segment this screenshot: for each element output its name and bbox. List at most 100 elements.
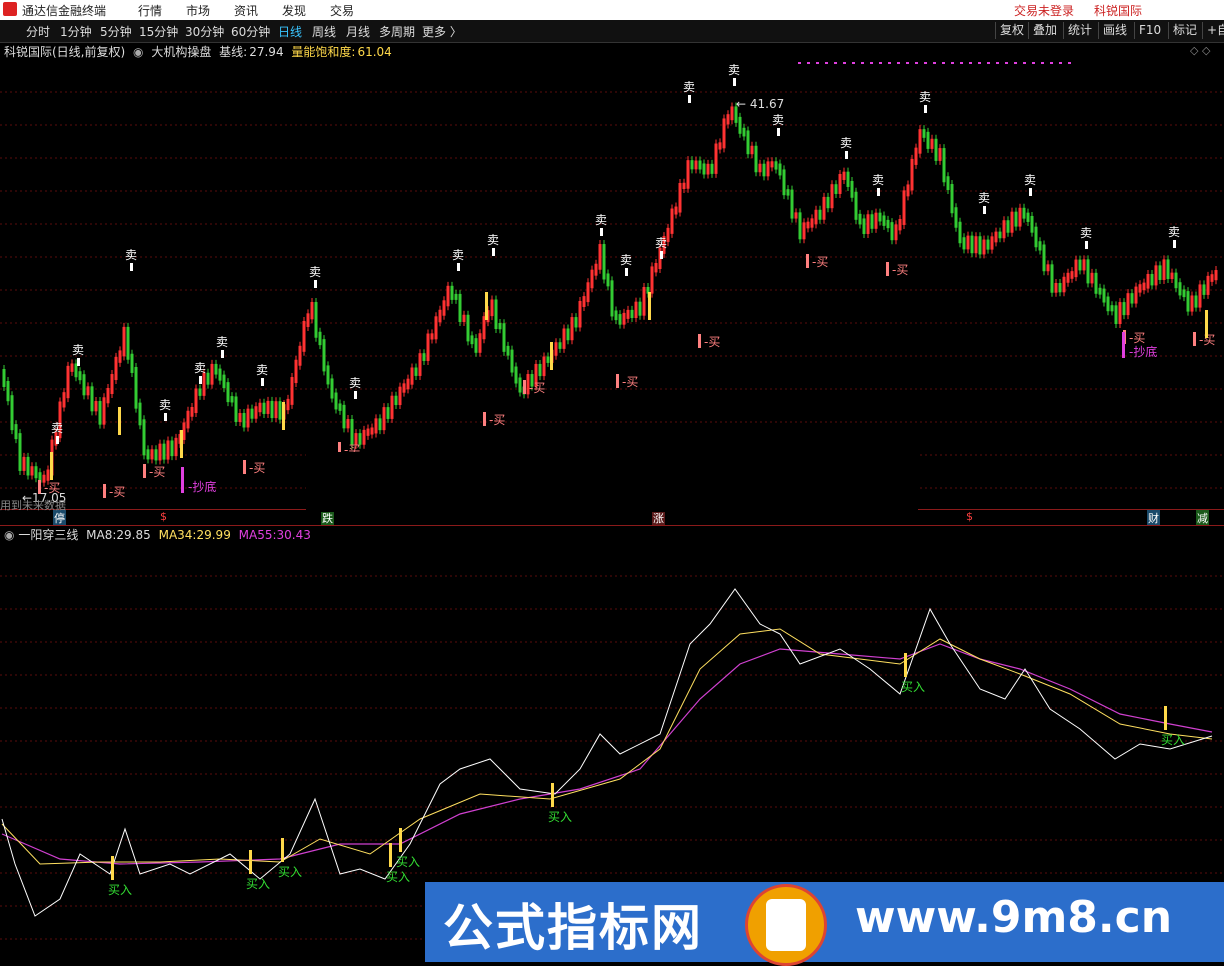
login-status[interactable]: 交易未登录 — [1014, 2, 1074, 19]
candle-body — [338, 403, 342, 411]
candle-body — [6, 381, 10, 402]
candle-body — [1018, 207, 1022, 227]
mark-button[interactable]: 标记 — [1168, 22, 1201, 39]
candle-body — [506, 345, 510, 356]
candle-body — [1114, 305, 1118, 325]
overlay-button[interactable]: 叠加 — [1028, 22, 1061, 39]
candle-body — [938, 148, 942, 161]
candle-body — [314, 302, 318, 338]
candle-body — [1090, 272, 1094, 284]
date-marker-dollar-1[interactable]: $ — [160, 510, 167, 523]
candle-body — [1134, 286, 1138, 304]
candle-body — [630, 309, 634, 319]
buy-signal-label: -买 — [1129, 331, 1145, 345]
period-tab-more[interactable]: 更多 〉 — [422, 23, 462, 40]
candle-body — [566, 328, 570, 341]
candle-body — [818, 209, 822, 220]
period-tab-timeshare[interactable]: 分时 — [26, 23, 50, 40]
candle-body — [942, 148, 946, 183]
menu-trade[interactable]: 交易 — [330, 2, 354, 19]
candle-body — [778, 163, 782, 176]
candle-body — [694, 160, 698, 170]
candle-body — [898, 218, 902, 231]
candle-body — [794, 212, 798, 219]
candle-body — [250, 408, 254, 419]
watermark-text: 公式指标网 — [443, 899, 703, 957]
candle-body — [730, 106, 734, 121]
date-marker-rise[interactable]: 涨 — [652, 510, 665, 526]
candle-body — [2, 369, 6, 388]
period-tab-multi[interactable]: 多周期 — [379, 23, 415, 40]
menu-quotes[interactable]: 行情 — [138, 2, 162, 19]
title-bar: 通达信金融终端 行情 市场 资讯 发现 交易 交易未登录 科锐国际 — [0, 0, 1224, 20]
candle-body — [738, 116, 742, 134]
period-tab-daily[interactable]: 日线 — [278, 23, 302, 40]
candle-body — [310, 302, 314, 320]
app-logo-icon — [3, 2, 17, 16]
sub-indicator-toggle-icon[interactable]: ◉ — [4, 528, 14, 542]
sell-signal-mark — [492, 248, 495, 256]
custom-button[interactable]: +自 — [1202, 22, 1224, 39]
candle-body — [162, 443, 166, 460]
buy-signal-mark — [483, 412, 486, 426]
period-tab-weekly[interactable]: 周线 — [312, 23, 336, 40]
date-marker-fall[interactable]: 跌 — [321, 510, 334, 526]
candle-body — [498, 322, 502, 330]
main-info-bar: 科锐国际(日线,前复权) ◉ 大机构操盘 基线: 27.94 量能饱和度: 61.0… — [4, 43, 396, 61]
candle-body — [266, 400, 270, 414]
bottom-signal-mark — [1122, 332, 1125, 358]
candle-body — [750, 145, 754, 155]
magenta-dot — [960, 62, 963, 64]
sell-signal-label: 卖 — [1168, 225, 1180, 239]
sell-signal-label: 卖 — [655, 236, 667, 250]
candle-body — [1050, 264, 1054, 293]
candlestick-chart[interactable]: 卖卖卖卖卖卖卖卖卖卖卖卖卖卖卖卖卖卖卖卖卖卖卖 卖-买 -买-买 -买-买-买-买 -买… — [0, 62, 1224, 510]
candle-body — [966, 235, 970, 250]
stats-button[interactable]: 统计 — [1063, 22, 1096, 39]
candle-body — [70, 363, 74, 372]
candle-body — [1138, 284, 1142, 293]
f10-button[interactable]: F10 — [1134, 22, 1165, 39]
draw-button[interactable]: 画线 — [1098, 22, 1131, 39]
magenta-dot — [906, 62, 909, 64]
candle-body — [98, 401, 102, 425]
buy-signal-mark — [886, 262, 889, 276]
period-tab-15min[interactable]: 15分钟 — [139, 23, 178, 40]
period-tab-5min[interactable]: 5分钟 — [100, 23, 132, 40]
candle-body — [254, 406, 258, 419]
candle-body — [850, 180, 854, 198]
candle-body — [914, 147, 918, 165]
candle-body — [678, 183, 682, 213]
candle-body — [722, 118, 726, 149]
period-tab-1min[interactable]: 1分钟 — [60, 23, 92, 40]
date-marker-dollar-2[interactable]: $ — [966, 510, 973, 523]
diamond-icon[interactable]: ◇ ◇ — [1190, 44, 1210, 57]
ma8-line — [1, 588, 1213, 917]
date-marker-finance[interactable]: 财 — [1147, 510, 1160, 526]
period-tab-30min[interactable]: 30分钟 — [185, 23, 224, 40]
candle-body — [510, 349, 514, 373]
buy-in-mark — [904, 653, 907, 677]
candle-body — [270, 400, 274, 419]
buy-signal-label: -买 — [489, 413, 505, 427]
candle-body — [930, 138, 934, 149]
magenta-dot — [1005, 62, 1008, 64]
indicator-name[interactable]: 大机构操盘 — [151, 45, 211, 59]
menu-news[interactable]: 资讯 — [234, 2, 258, 19]
menu-discover[interactable]: 发现 — [282, 2, 306, 19]
period-tab-60min[interactable]: 60分钟 — [231, 23, 270, 40]
date-marker-reduce[interactable]: 减 — [1196, 510, 1209, 526]
adjust-button[interactable]: 复权 — [995, 22, 1028, 39]
sell-signal-label: 卖 — [256, 363, 268, 377]
menu-market[interactable]: 市场 — [186, 2, 210, 19]
sell-signal-label: 卖 — [452, 248, 464, 262]
magenta-dot — [915, 62, 918, 64]
period-tab-monthly[interactable]: 月线 — [346, 23, 370, 40]
buy-in-label: 买入 — [1161, 733, 1185, 747]
sell-signal-label: 卖 — [51, 421, 63, 435]
sub-indicator-name[interactable]: 一阳穿三线 — [18, 528, 78, 542]
candle-body — [298, 345, 302, 366]
candle-body — [590, 269, 594, 289]
candle-body — [1094, 272, 1098, 294]
indicator-toggle-icon[interactable]: ◉ — [133, 45, 143, 59]
